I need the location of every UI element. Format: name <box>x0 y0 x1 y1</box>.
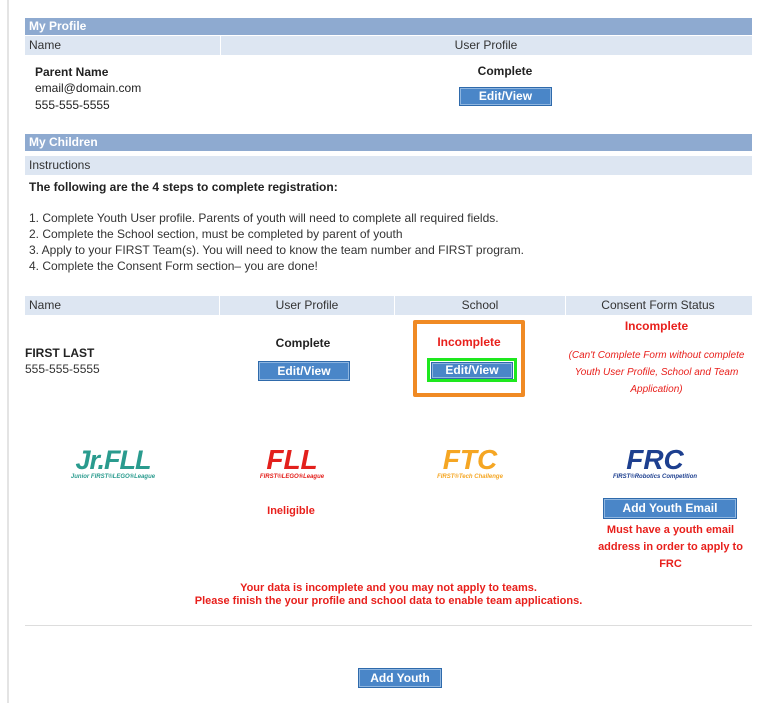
child-profile-status: Complete <box>275 336 331 350</box>
frc-logo: FRC FIRST®Robotics Competition <box>595 444 715 481</box>
consent-note: (Can't Complete Form without complete Yo… <box>568 350 745 395</box>
my-profile-header: My Profile <box>25 18 752 35</box>
consent-status: Incomplete <box>624 319 689 333</box>
steps-list: 1. Complete Youth User profile. Parents … <box>29 210 524 274</box>
school-edit-view-button[interactable]: Edit/View <box>431 362 513 379</box>
col-consent-status: Consent Form Status <box>601 298 715 312</box>
col-school: School <box>395 296 566 315</box>
ftc-logo-text: FTC <box>442 444 498 475</box>
divider <box>25 625 752 626</box>
jrfll-tagline: Junior FIRST®LEGO®League <box>70 474 156 480</box>
col-user-profile: User Profile <box>454 38 518 52</box>
ftc-tagline: FIRST®Tech Challenge <box>437 474 503 480</box>
profile-edit-view-button[interactable]: Edit/View <box>459 87 552 106</box>
col-child-user-profile: User Profile <box>220 296 395 315</box>
ftc-logo: FTC FIRST®Tech Challenge <box>420 444 520 481</box>
child-name: FIRST LAST <box>25 346 95 360</box>
school-status-text: Incomplete <box>437 335 501 349</box>
frc-email-note: Must have a youth email address in order… <box>598 524 743 570</box>
jrfll-logo-text: Jr.FLL <box>75 445 151 475</box>
children-columns-header: Name User Profile School Consent Form Statu… <box>25 295 752 315</box>
steps-heading: The following are the 4 steps to complet… <box>29 180 338 194</box>
step-1: 1. Complete Youth User profile. Parents … <box>29 211 499 225</box>
col-child-name: Name <box>25 296 220 315</box>
parent-phone: 555-555-5555 <box>35 98 110 112</box>
step-4: 4. Complete the Consent Form section– yo… <box>29 259 318 273</box>
page-left-border <box>7 0 9 703</box>
fll-logo: FLL FIRST®LEGO®League <box>247 444 337 481</box>
my-children-header: My Children <box>25 134 752 151</box>
frc-logo-text: FRC <box>626 444 684 475</box>
warning-line-1: Your data is incomplete and you may not … <box>240 582 537 594</box>
instructions-header: Instructions <box>25 155 752 175</box>
profile-row: Parent Name email@domain.com 555-555-555… <box>25 55 752 131</box>
child-phone: 555-555-5555 <box>25 362 100 376</box>
warning-line-2: Please finish the your profile and schoo… <box>194 595 583 607</box>
frc-tagline: FIRST®Robotics Competition <box>612 474 698 480</box>
jrfll-logo: Jr.FLL Junior FIRST®LEGO®League <box>43 446 183 480</box>
parent-email: email@domain.com <box>35 81 142 95</box>
fll-logo-text: FLL <box>266 444 318 475</box>
step-3: 3. Apply to your FIRST Team(s). You will… <box>29 243 524 257</box>
fll-tagline: FIRST®LEGO®League <box>259 474 325 480</box>
parent-name: Parent Name <box>35 65 109 79</box>
add-youth-email-button[interactable]: Add Youth Email <box>603 498 737 519</box>
registration-panel: My Profile Name User Profile Parent Name … <box>25 18 752 688</box>
child-profile-edit-view-button[interactable]: Edit/View <box>258 361 350 381</box>
col-name: Name <box>25 36 221 55</box>
add-youth-button[interactable]: Add Youth <box>358 668 442 688</box>
profile-columns-header: Name User Profile <box>25 35 752 55</box>
profile-status: Complete <box>477 64 533 78</box>
school-status: Incomplete <box>413 335 525 349</box>
step-2: 2. Complete the School section, must be … <box>29 227 403 241</box>
fll-status: Ineligible <box>267 505 315 517</box>
